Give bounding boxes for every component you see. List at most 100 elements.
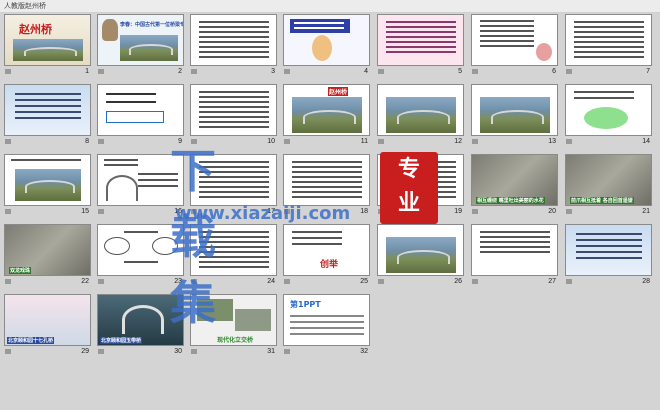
slide-preview[interactable] xyxy=(565,224,652,276)
slide-number: 25 xyxy=(360,278,368,285)
slide-transition-icon xyxy=(5,139,11,144)
seal-char-2: 业 xyxy=(397,190,420,216)
slide-thumbnail[interactable]: 27 xyxy=(471,224,558,288)
slide-number: 27 xyxy=(548,278,556,285)
text-line xyxy=(15,105,81,107)
slide-number: 1 xyxy=(85,68,89,75)
slide-preview[interactable] xyxy=(190,84,277,136)
slide-thumbnail[interactable]: 26 xyxy=(377,224,464,288)
slide-number: 24 xyxy=(267,278,275,285)
slide-preview[interactable] xyxy=(471,224,558,276)
slide-preview[interactable] xyxy=(377,224,464,276)
slide-transition-icon xyxy=(191,69,197,74)
text-line xyxy=(124,261,158,263)
slide-preview[interactable] xyxy=(283,14,370,66)
slide-thumbnail[interactable]: 6 xyxy=(471,14,558,78)
text-line xyxy=(292,231,342,233)
text-line xyxy=(292,176,362,178)
slide-preview[interactable]: 创举 xyxy=(283,224,370,276)
text-line xyxy=(290,333,364,335)
text-line xyxy=(15,93,81,95)
text-line xyxy=(574,41,644,43)
slide-number: 10 xyxy=(267,138,275,145)
text-line xyxy=(199,126,269,128)
slide-thumbnail[interactable]: 李春：中国古代第一位桥梁专家 2 xyxy=(97,14,184,78)
slide-caption: 北京颐和园十七孔桥 xyxy=(7,337,55,344)
slide-preview[interactable] xyxy=(283,154,370,206)
bridge-arch xyxy=(128,44,174,56)
slide-preview[interactable] xyxy=(377,14,464,66)
slide-preview[interactable]: 双龙戏珠 xyxy=(4,224,91,276)
slide-thumbnail[interactable]: 7 xyxy=(565,14,652,78)
slide-preview[interactable] xyxy=(4,84,91,136)
text-line xyxy=(386,36,456,38)
slide-number: 3 xyxy=(271,68,275,75)
bridge-arch xyxy=(396,249,450,265)
slide-thumbnail[interactable]: 前爪相互抵着 各自回首遥望 21 xyxy=(565,154,652,218)
slide-preview[interactable]: 北京颐和园十七孔桥 xyxy=(4,294,91,346)
slide-thumbnail[interactable]: 双龙戏珠 22 xyxy=(4,224,91,288)
bridge-photo xyxy=(386,97,456,133)
slide-number: 7 xyxy=(646,68,650,75)
slide-number: 13 xyxy=(548,138,556,145)
slide-preview[interactable] xyxy=(565,84,652,136)
bridge-arch xyxy=(122,305,164,334)
slide-thumbnail[interactable]: 13 xyxy=(471,84,558,148)
slide-preview[interactable]: 赵州桥 xyxy=(4,14,91,66)
text-line xyxy=(106,93,156,95)
text-line xyxy=(480,236,550,238)
slide-preview[interactable]: 前爪相互抵着 各自回首遥望 xyxy=(565,154,652,206)
text-line xyxy=(199,56,269,58)
text-line xyxy=(576,233,642,235)
slide-thumbnail[interactable]: 创举 25 xyxy=(283,224,370,288)
slide-caption: 现代化立交桥 xyxy=(217,337,254,344)
highlight-box xyxy=(106,111,164,123)
slide-preview[interactable] xyxy=(471,84,558,136)
slide-thumbnail[interactable]: 第1PPT 32 xyxy=(283,294,370,358)
slide-transition-icon xyxy=(566,209,572,214)
slide-preview[interactable]: 赵州桥 xyxy=(283,84,370,136)
slide-thumbnail[interactable]: 4 xyxy=(283,14,370,78)
slide-preview[interactable]: 第1PPT xyxy=(283,294,370,346)
text-line xyxy=(480,30,534,32)
slide-preview[interactable]: 相互缠绕 嘴里吐出美丽的水花 xyxy=(471,154,558,206)
slide-preview[interactable]: 李春：中国古代第一位桥梁专家 xyxy=(97,14,184,66)
slide-thumbnail[interactable]: 赵州桥 11 xyxy=(283,84,370,148)
slide-number: 14 xyxy=(642,138,650,145)
slide-transition-icon xyxy=(472,279,478,284)
slide-preview[interactable] xyxy=(471,14,558,66)
slide-transition-icon xyxy=(284,69,290,74)
text-line xyxy=(104,159,138,161)
slide-number: 20 xyxy=(548,208,556,215)
slide-thumbnail[interactable]: 相互缠绕 嘴里吐出美丽的水花 20 xyxy=(471,154,558,218)
slide-preview[interactable] xyxy=(190,14,277,66)
slide-thumbnail[interactable]: 28 xyxy=(565,224,652,288)
text-line xyxy=(294,27,344,29)
slide-thumbnail[interactable]: 8 xyxy=(4,84,91,148)
slide-thumbnail[interactable]: 赵州桥 1 xyxy=(4,14,91,78)
slide-number: 5 xyxy=(458,68,462,75)
slide-transition-icon xyxy=(284,279,290,284)
text-line xyxy=(292,196,362,198)
text-line xyxy=(576,251,642,253)
slide-thumbnail[interactable]: 5 xyxy=(377,14,464,78)
slide-caption: 赵州桥 xyxy=(328,87,349,96)
text-line xyxy=(480,25,534,27)
slide-transition-icon xyxy=(5,349,11,354)
text-line xyxy=(294,22,344,24)
text-line xyxy=(199,36,269,38)
slide-thumbnail[interactable]: 14 xyxy=(565,84,652,148)
text-line xyxy=(574,97,634,99)
text-line xyxy=(15,99,81,101)
slide-thumbnail[interactable]: 3 xyxy=(190,14,277,78)
slide-number: 30 xyxy=(174,348,182,355)
slide-thumbnail[interactable]: 15 xyxy=(4,154,91,218)
slide-thumbnail[interactable]: 北京颐和园十七孔桥 29 xyxy=(4,294,91,358)
slide-preview[interactable] xyxy=(565,14,652,66)
slide-preview[interactable] xyxy=(4,154,91,206)
slide-preview[interactable] xyxy=(97,84,184,136)
slide-caption: 前爪相互抵着 各自回首遥望 xyxy=(570,197,634,204)
slide-preview[interactable] xyxy=(377,84,464,136)
slide-thumbnail[interactable]: 12 xyxy=(377,84,464,148)
text-line xyxy=(386,31,456,33)
